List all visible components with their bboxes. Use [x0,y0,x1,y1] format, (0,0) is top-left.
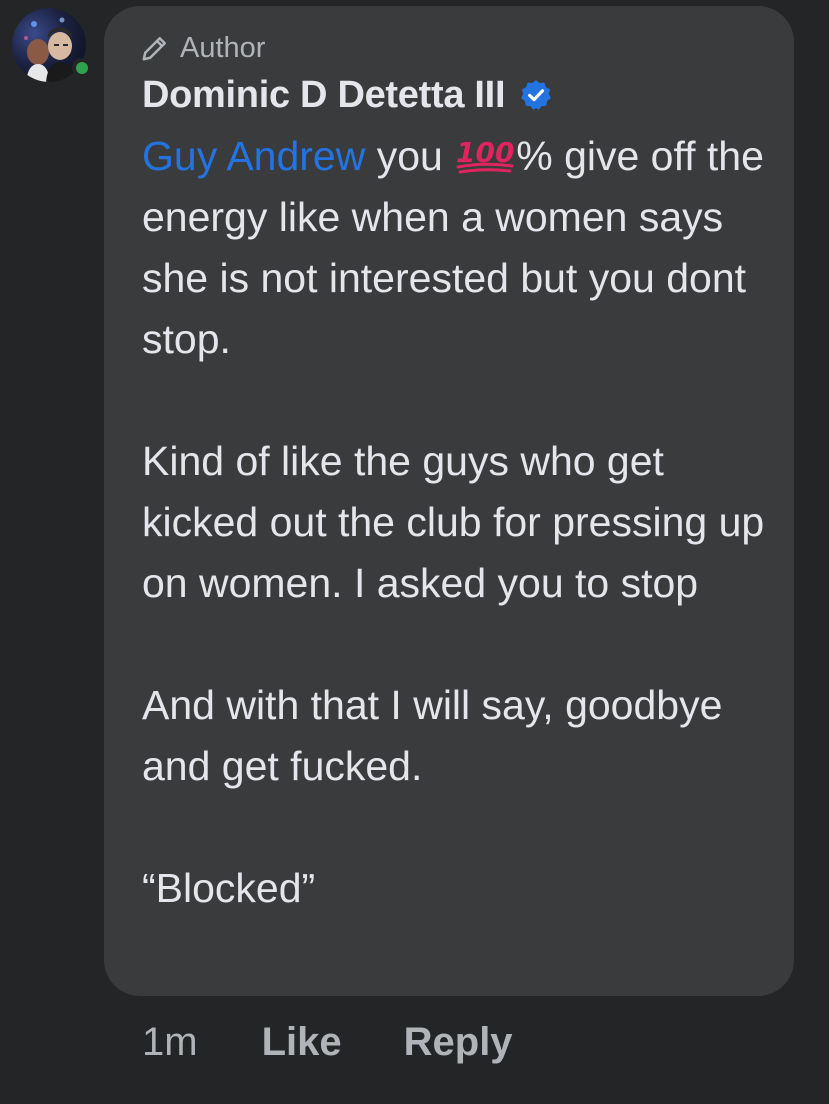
reply-button[interactable]: Reply [404,1020,513,1065]
author-badge: Author [140,30,265,66]
comment-text-segment: you [365,133,455,179]
online-status-dot [72,58,92,78]
avatar-container[interactable] [12,8,92,82]
comment-timestamp[interactable]: 1m [142,1020,198,1065]
comment-actions: 1m Like Reply [142,1014,513,1070]
comment-paragraph-4: “Blocked” [142,865,316,911]
comment-text: Guy Andrew you 100% give off the energy … [142,126,782,919]
commenter-header: Dominic D Detetta III [142,72,553,118]
verified-badge-icon [521,80,552,110]
comment-paragraph-1: Guy Andrew you 100% give off the energy … [142,126,782,370]
hundred-points-icon: 100 [456,136,515,174]
like-button[interactable]: Like [262,1020,342,1065]
commenter-name[interactable]: Dominic D Detetta III [142,74,506,117]
mention-link[interactable]: Guy Andrew [142,133,365,179]
pencil-icon [142,37,166,61]
comment-paragraph-3: And with that I will say, goodbye and ge… [142,682,723,789]
author-badge-label: Author [180,31,266,64]
comment-paragraph-2: Kind of like the guys who get kicked out… [142,438,765,606]
